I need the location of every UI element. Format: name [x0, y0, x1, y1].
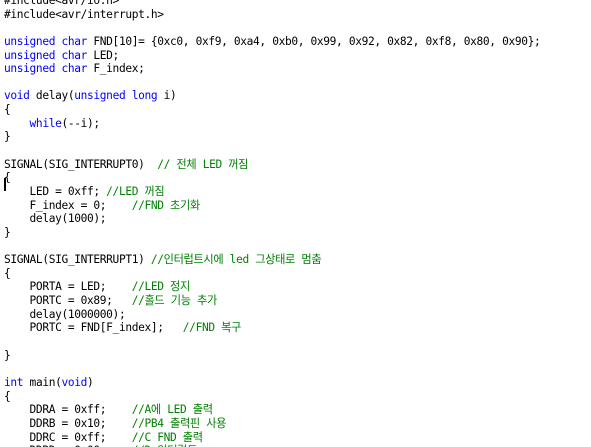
code-token: } — [4, 225, 11, 239]
code-text-area[interactable]: #include<avr/io.h> #include<avr/interrupt… — [4, 0, 541, 447]
code-token: { — [4, 103, 11, 117]
code-token: PORTC = FND[F_index]; — [4, 321, 183, 335]
code-line: } — [4, 226, 540, 240]
code-token: SIGNAL(SIG_INTERRUPT0) — [4, 157, 158, 171]
code-token: delay(1000000); — [4, 307, 126, 321]
code-line: SIGNAL(SIG_INTERRUPT0) // 전체 LED 꺼짐 — [4, 158, 540, 172]
keyword-token: void — [4, 89, 30, 103]
code-token: SIGNAL(SIG_INTERRUPT1) — [4, 253, 151, 267]
comment-token: //A에 LED 출력 — [131, 403, 213, 417]
comment-token: //LED 꺼짐 — [106, 184, 165, 198]
comment-token: //LED 정지 — [131, 280, 191, 294]
comment-token: //인터럽트시에 led 그상태로 멈춤 — [150, 253, 322, 267]
keyword-token: while — [29, 116, 62, 130]
code-line: LED = 0xff; //LED 꺼짐 — [4, 185, 540, 199]
text-cursor — [4, 178, 6, 191]
code-token: } — [4, 130, 11, 144]
code-line: { — [4, 267, 540, 281]
code-token: DDRB = 0x10; — [4, 416, 132, 430]
code-token: delay( — [29, 89, 75, 103]
keyword-token: unsigned char — [4, 62, 88, 76]
code-line: { — [4, 103, 540, 117]
code-line: PORTC = 0x89; //홀드 기능 추가 — [4, 294, 540, 308]
code-line: delay(1000000); — [4, 308, 540, 322]
code-token: } — [4, 348, 11, 362]
code-line: unsigned char LED; — [4, 49, 540, 63]
code-token: F_index; — [87, 62, 145, 76]
code-line: #include<avr/interrupt.h> — [4, 8, 540, 22]
code-line: PORTC = FND[F_index]; //FND 복구 — [4, 321, 540, 335]
code-token: LED = 0xff; — [4, 184, 107, 198]
code-token: #include<avr/interrupt.h> — [4, 7, 164, 21]
code-line: unsigned char FND[10]= {0xc0, 0xf9, 0xa4… — [4, 34, 541, 49]
code-token: { — [4, 389, 11, 403]
keyword-token: unsigned char — [4, 48, 88, 62]
code-token: main( — [23, 375, 62, 389]
code-line: F_index = 0; //FND 초기화 — [4, 199, 540, 213]
comment-token: //FND 초기화 — [131, 198, 200, 212]
code-line: DDRC = 0xff; //C FND 출력 — [4, 431, 540, 445]
code-token: (--i); — [61, 116, 100, 130]
code-token: i) — [157, 89, 177, 103]
code-line: void delay(unsigned long i) — [4, 89, 540, 103]
code-editor[interactable]: #include<avr/io.h> #include<avr/interrupt… — [0, 0, 591, 447]
code-line: PORTA = LED; //LED 정지 — [4, 280, 540, 294]
code-token: #include<avr/io.h> — [4, 0, 119, 7]
code-token: ) — [87, 375, 94, 389]
code-token: { — [4, 266, 11, 280]
code-line: while(--i); — [4, 117, 540, 131]
code-token: DDRA = 0xff; — [4, 403, 132, 417]
comment-token: //FND 복구 — [182, 321, 242, 335]
code-token: F_index = 0; — [4, 198, 132, 212]
keyword-token: int — [4, 375, 24, 389]
code-line: { — [4, 171, 540, 185]
code-line: unsigned char F_index; — [4, 62, 540, 76]
code-token: LED; — [87, 48, 119, 62]
keyword-token: void — [61, 375, 88, 389]
code-line: SIGNAL(SIG_INTERRUPT1) //인터럽트시에 led 그상태로… — [4, 253, 540, 267]
comment-token: //PB4 출력핀 사용 — [131, 416, 227, 430]
code-token: delay(1000); — [4, 212, 107, 226]
keyword-token: unsigned long — [74, 89, 158, 103]
comment-token: //C FND 출력 — [131, 430, 203, 444]
comment-token: // 전체 LED 꺼짐 — [157, 157, 249, 171]
code-line: DDRA = 0xff; //A에 LED 출력 — [4, 403, 540, 417]
keyword-token: unsigned char — [4, 34, 88, 48]
code-line: delay(1000); — [4, 212, 540, 226]
code-line: } — [4, 349, 540, 363]
comment-token: //홀드 기능 추가 — [131, 294, 218, 308]
code-token: PORTA = LED; — [4, 280, 132, 294]
code-line: DDRB = 0x10; //PB4 출력핀 사용 — [4, 417, 540, 431]
code-line: int main(void) — [4, 376, 540, 390]
code-line: } — [4, 130, 540, 144]
code-line: #include<avr/io.h> — [4, 0, 540, 8]
code-line: { — [4, 390, 540, 404]
code-token: FND[10]= {0xc0, 0xf9, 0xa4, 0xb0, 0x99, … — [87, 34, 541, 48]
code-token: DDRC = 0xff; — [4, 430, 132, 444]
code-token: PORTC = 0x89; — [4, 294, 132, 308]
